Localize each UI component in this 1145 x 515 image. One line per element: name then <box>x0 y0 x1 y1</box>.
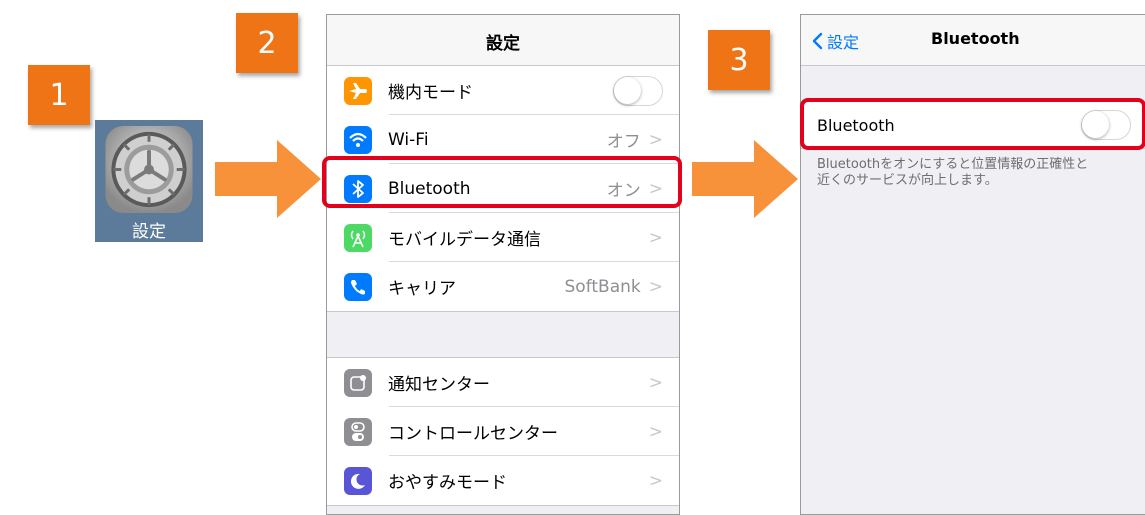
settings-row-notification-center[interactable]: 通知センター > <box>327 358 679 407</box>
chevron-right-icon: > <box>648 470 663 491</box>
nav-bar: 設定 Bluetooth <box>801 15 1145 66</box>
moon-icon <box>344 466 372 495</box>
chevron-right-icon: > <box>648 129 663 150</box>
chevron-right-icon: > <box>648 421 663 442</box>
bluetooth-footer-text: Bluetoothをオンにすると位置情報の正確性と 近くのサービスが向上します。 <box>817 157 1145 189</box>
nav-bar: 設定 <box>327 15 679 66</box>
footer-line-2: 近くのサービスが向上します。 <box>817 173 998 188</box>
row-label: モバイルデータ通信 <box>388 230 541 250</box>
settings-screen: 設定 機内モード Wi-Fi オフ > Bluetooth オン > モバイルデ… <box>326 14 680 515</box>
settings-row-cellular[interactable]: モバイルデータ通信 > <box>327 213 679 262</box>
airplane-mode-toggle[interactable] <box>613 75 663 106</box>
row-label: Wi-Fi <box>388 129 429 150</box>
chevron-right-icon: > <box>648 227 663 248</box>
control-center-icon <box>344 417 372 446</box>
gear-icon <box>105 125 193 214</box>
row-label: 通知センター <box>388 375 490 395</box>
wifi-icon <box>344 125 372 154</box>
chevron-right-icon: > <box>648 372 663 393</box>
bluetooth-toggle-highlight <box>800 98 1145 150</box>
page-title: Bluetooth <box>931 29 1020 48</box>
settings-row-airplane-mode[interactable]: 機内モード <box>327 66 679 115</box>
row-value: オフ <box>606 132 641 152</box>
antenna-icon <box>344 223 372 252</box>
step-badge-3: 3 <box>708 30 770 90</box>
bluetooth-row-highlight <box>322 156 682 208</box>
row-label: キャリア <box>388 279 456 299</box>
back-label: 設定 <box>827 33 860 52</box>
bluetooth-screen: 設定 Bluetooth Bluetooth Bluetoothをオンにすると位… <box>800 14 1145 515</box>
airplane-icon <box>344 76 372 105</box>
app-label: 設定 <box>132 222 166 242</box>
arrow-right-icon <box>692 140 798 218</box>
settings-row-control-center[interactable]: コントロールセンター > <box>327 407 679 456</box>
arrow-right-icon <box>215 140 321 218</box>
notification-center-icon <box>344 368 372 397</box>
settings-group-2: 通知センター > コントロールセンター > おやすみモード > <box>327 357 679 506</box>
row-value: SoftBank <box>564 276 641 297</box>
settings-row-carrier[interactable]: キャリア SoftBank > <box>327 262 679 311</box>
back-button[interactable]: 設定 <box>811 29 859 53</box>
step-badge-1: 1 <box>28 65 90 125</box>
row-label: おやすみモード <box>388 473 507 493</box>
page-title: 設定 <box>486 34 520 54</box>
phone-icon <box>344 272 372 301</box>
footer-line-1: Bluetoothをオンにすると位置情報の正確性と <box>817 157 1089 172</box>
settings-app-icon[interactable]: 設定 <box>95 120 203 242</box>
step-badge-2: 2 <box>236 13 298 73</box>
row-label: コントロールセンター <box>388 424 558 444</box>
chevron-left-icon <box>812 32 823 50</box>
row-label: 機内モード <box>388 83 473 103</box>
chevron-right-icon: > <box>648 276 663 297</box>
settings-row-do-not-disturb[interactable]: おやすみモード > <box>327 456 679 505</box>
